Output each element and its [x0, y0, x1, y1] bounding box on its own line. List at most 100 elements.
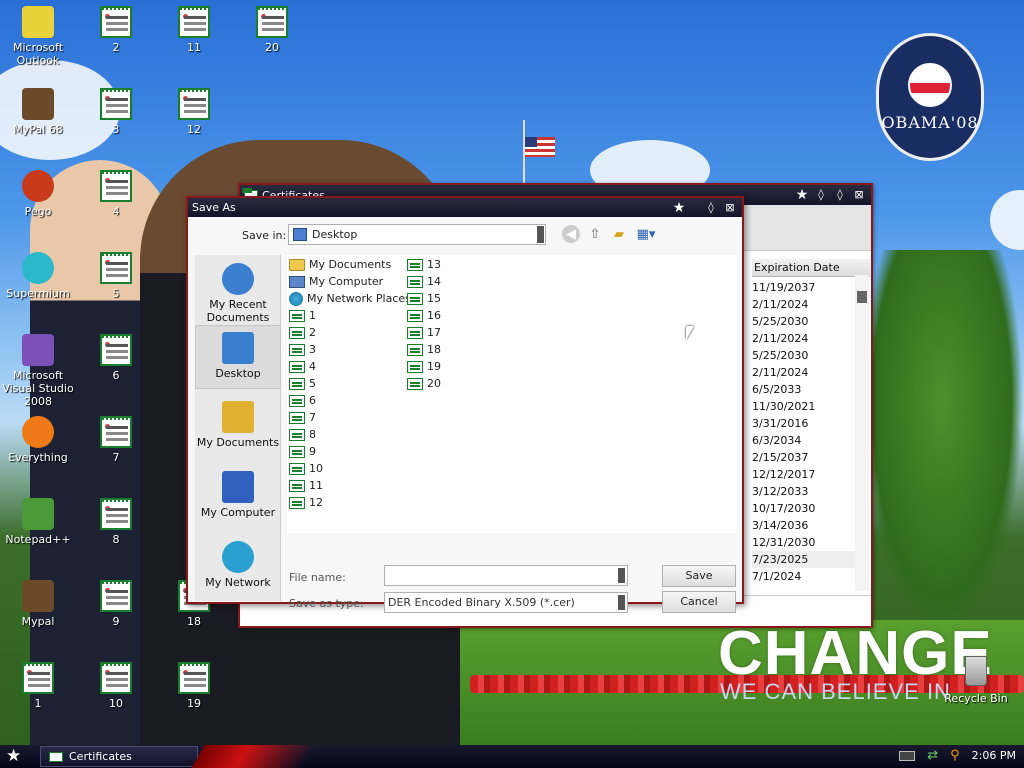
desktop-icon-mypal-68[interactable]: MyPal 68 [2, 88, 74, 136]
file-item[interactable]: 2 [289, 324, 316, 341]
close-icon[interactable]: ⊠ [851, 187, 867, 203]
desktop-icon-20[interactable]: 20 [236, 6, 308, 54]
desktop-icon-microsoft-outlook[interactable]: Microsoft Outlook [2, 6, 74, 67]
save-as-type-dropdown[interactable]: DER Encoded Binary X.509 (*.cer) [384, 592, 628, 613]
desktop-icon-9[interactable]: 9 [80, 580, 152, 628]
desktop-icon-everything[interactable]: Everything [2, 416, 74, 464]
star-icon[interactable]: ★ [794, 187, 810, 203]
minimize-icon[interactable]: ◊ [813, 187, 829, 203]
keyboard-icon[interactable] [899, 750, 916, 761]
save-button[interactable]: Save [662, 565, 736, 587]
place-desktop[interactable]: Desktop [195, 325, 281, 389]
maximize-icon[interactable]: ◊ [832, 187, 848, 203]
file-item[interactable]: 8 [289, 426, 316, 443]
file-item[interactable]: 20 [407, 375, 441, 392]
expiration-date-cell[interactable]: 2/11/2024 [752, 296, 858, 313]
desktop-icon-7[interactable]: 7 [80, 416, 152, 464]
expiration-date-cell[interactable]: 11/19/2037 [752, 279, 858, 296]
file-item[interactable]: 3 [289, 341, 316, 358]
file-item[interactable]: 9 [289, 443, 316, 460]
file-item[interactable]: 19 [407, 358, 441, 375]
file-item[interactable]: 4 [289, 358, 316, 375]
expiration-date-cell[interactable]: 12/31/2030 [752, 534, 858, 551]
desktop-icon-10[interactable]: 10 [80, 662, 152, 710]
file-item[interactable]: 13 [407, 256, 441, 273]
taskbar-button-certificates[interactable]: Certificates [40, 746, 198, 767]
certificates-vertical-scrollbar[interactable] [855, 275, 869, 591]
file-item[interactable]: My Documents [289, 256, 391, 273]
expiration-date-header[interactable]: Expiration Date [752, 259, 870, 277]
file-item[interactable]: My Network Places [289, 290, 411, 307]
expiration-date-cell[interactable]: 6/3/2034 [752, 432, 858, 449]
back-icon[interactable]: ◀ [562, 225, 580, 243]
expiration-date-cell[interactable]: 2/11/2024 [752, 364, 858, 381]
desktop-icon-6[interactable]: 6 [80, 334, 152, 382]
file-item[interactable]: 5 [289, 375, 316, 392]
desktop-icon-2[interactable]: 2 [80, 6, 152, 54]
expiration-date-cell[interactable]: 3/31/2016 [752, 415, 858, 432]
expiration-date-cell[interactable]: 7/23/2025 [752, 551, 858, 568]
file-item[interactable]: 17 [407, 324, 441, 341]
views-menu-icon[interactable]: ▦▾ [634, 225, 658, 243]
place-my-computer[interactable]: My Computer [195, 465, 281, 529]
file-item[interactable]: 10 [289, 460, 323, 477]
up-folder-icon[interactable]: ⇧ [586, 225, 604, 243]
file-item[interactable]: 16 [407, 307, 441, 324]
desktop-icon-5[interactable]: 5 [80, 252, 152, 300]
desktop-icon-microsoft-visual-studio-2008[interactable]: Microsoft Visual Studio 2008 [2, 334, 74, 408]
file-item[interactable]: 14 [407, 273, 441, 290]
desktop-icon-19[interactable]: 19 [158, 662, 230, 710]
chevron-down-icon[interactable] [618, 595, 625, 610]
expiration-date-cell[interactable]: 12/12/2017 [752, 466, 858, 483]
file-item[interactable]: 15 [407, 290, 441, 307]
place-my-documents[interactable]: My Documents [195, 395, 281, 459]
desktop-icon-3[interactable]: 3 [80, 88, 152, 136]
desktop-icon-11[interactable]: 11 [158, 6, 230, 54]
scrollbar-thumb[interactable] [857, 291, 867, 303]
expiration-date-cell[interactable]: 2/11/2024 [752, 330, 858, 347]
expiration-date-cell[interactable]: 10/17/2030 [752, 500, 858, 517]
file-item[interactable]: My Computer [289, 273, 383, 290]
start-button[interactable]: ★ [6, 747, 21, 766]
file-item[interactable]: 11 [289, 477, 323, 494]
file-item[interactable]: 6 [289, 392, 316, 409]
desktop-icon-1[interactable]: 1 [2, 662, 74, 710]
cancel-button[interactable]: Cancel [662, 591, 736, 613]
desktop-icon-8[interactable]: 8 [80, 498, 152, 546]
chevron-down-icon[interactable] [537, 226, 544, 243]
new-folder-icon[interactable]: ▰ [610, 225, 628, 243]
expiration-date-cell[interactable]: 2/15/2037 [752, 449, 858, 466]
desktop-icon-mypal[interactable]: Mypal [2, 580, 74, 628]
expiration-date-cell[interactable]: 5/25/2030 [752, 313, 858, 330]
desktop-icon-4[interactable]: 4 [80, 170, 152, 218]
save-as-title-bar[interactable]: Save As ★ ◊ ⊠ [188, 198, 742, 217]
desktop-icon-notepad-[interactable]: Notepad++ [2, 498, 74, 546]
save-in-dropdown[interactable]: Desktop [288, 224, 546, 245]
help-icon[interactable]: ◊ [703, 200, 719, 216]
recycle-bin[interactable]: Recycle Bin [944, 656, 1008, 705]
desktop-icon-pego[interactable]: Pego [2, 170, 74, 218]
expiration-date-cell[interactable]: 7/1/2024 [752, 568, 858, 585]
close-icon[interactable]: ⊠ [722, 200, 738, 216]
chevron-down-icon[interactable] [618, 568, 625, 583]
expiration-date-cell[interactable]: 5/25/2030 [752, 347, 858, 364]
place-my-recent-documents[interactable]: My Recent Documents [195, 257, 281, 324]
save-as-dialog[interactable]: Save As ★ ◊ ⊠ Save in: Desktop ◀ ⇧ ▰ ▦▾ … [186, 196, 744, 613]
star-icon[interactable]: ★ [671, 200, 687, 216]
clock[interactable]: 2:06 PM [972, 749, 1016, 762]
expiration-date-cell[interactable]: 3/12/2033 [752, 483, 858, 500]
desktop-icon-12[interactable]: 12 [158, 88, 230, 136]
expiration-date-cell[interactable]: 6/5/2033 [752, 381, 858, 398]
search-icon[interactable]: ⚲ [950, 748, 960, 763]
file-item[interactable]: 7 [289, 409, 316, 426]
file-list[interactable]: My Documents My Computer My Network Places… [287, 255, 737, 533]
file-item[interactable]: 12 [289, 494, 323, 511]
file-name-input[interactable] [384, 565, 628, 586]
file-item[interactable]: 1 [289, 307, 316, 324]
file-item[interactable]: 18 [407, 341, 441, 358]
desktop-icon-supermium[interactable]: Supermium [2, 252, 74, 300]
expiration-date-cell[interactable]: 3/14/2036 [752, 517, 858, 534]
place-my-network[interactable]: My Network [195, 535, 281, 599]
network-icon[interactable]: ⇄ [927, 748, 938, 763]
expiration-date-cell[interactable]: 11/30/2021 [752, 398, 858, 415]
